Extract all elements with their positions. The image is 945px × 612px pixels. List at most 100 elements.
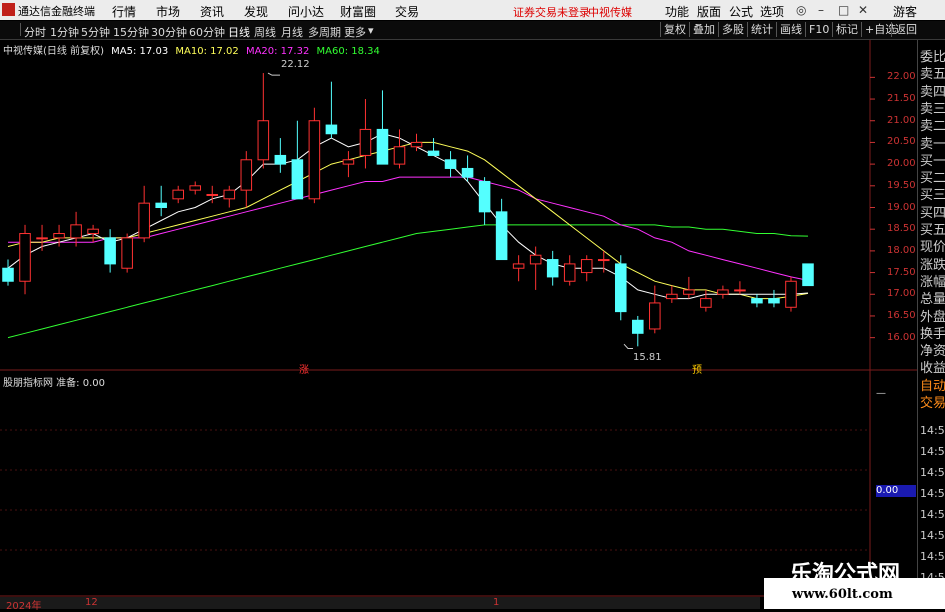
legend-ma60: MA60: 18.34 <box>316 46 380 57</box>
period-30min[interactable]: 30分钟 <box>151 24 187 40</box>
menu-item-market[interactable]: 市场 <box>156 3 180 20</box>
period-1min[interactable]: 1分钟 <box>50 24 79 40</box>
quote-label: 涨跌 <box>920 257 945 273</box>
candle-body <box>172 189 184 200</box>
menu-item-news[interactable]: 资讯 <box>200 3 224 20</box>
close-icon[interactable]: ✕ <box>858 3 868 17</box>
candle <box>172 185 184 204</box>
y-tick-label: 20.00 <box>887 158 916 170</box>
menu-item-discover[interactable]: 发现 <box>244 3 268 20</box>
menu-item-wealth[interactable]: 财富圈 <box>340 3 376 20</box>
tool-back[interactable]: 返回 <box>891 22 920 37</box>
candle-body <box>666 293 678 300</box>
quote-label: 现价 <box>920 240 945 256</box>
trade-time: 14:56 <box>920 445 945 458</box>
quote-label: 外盘 <box>920 309 945 325</box>
period-weekly[interactable]: 周线 <box>254 24 276 40</box>
user-label[interactable]: 游客 <box>893 3 917 20</box>
quote-label: 自动 <box>920 378 945 394</box>
main-legend: 中视传媒(日线 前复权) MA5: 17.03 MA10: 17.02 MA20… <box>3 42 384 57</box>
tool-multi-stock[interactable]: 多股 <box>718 22 747 37</box>
candle-body <box>580 259 593 274</box>
trade-time: 14:56 <box>920 508 945 521</box>
skin-icon[interactable]: ◎ <box>796 3 806 17</box>
candle-body <box>495 211 508 261</box>
candle-body <box>768 298 780 304</box>
menu-item-function[interactable]: 功能 <box>665 3 689 20</box>
period-more[interactable]: 更多 <box>344 24 366 40</box>
tool-stats[interactable]: 统计 <box>747 22 776 37</box>
candle-body <box>512 263 525 269</box>
candle <box>461 155 474 182</box>
candle <box>240 151 253 208</box>
period-5min[interactable]: 5分钟 <box>81 24 110 40</box>
quote-label: 买二 <box>920 171 945 187</box>
tool-f10[interactable]: F10 <box>805 22 832 37</box>
y-tick-label: 17.00 <box>887 288 916 300</box>
maximize-icon[interactable]: □ <box>838 3 849 17</box>
candle <box>683 276 695 299</box>
quote-label: 交易 <box>920 396 945 411</box>
quote-label: 换手 <box>920 326 945 342</box>
tool-overlay[interactable]: 叠加 <box>689 22 718 37</box>
quote-label: 卖四 <box>920 84 945 100</box>
quote-label: 卖二 <box>920 119 945 135</box>
trade-time: 14:56 <box>920 529 945 542</box>
candle-body <box>70 224 82 239</box>
candle-body <box>223 189 236 200</box>
candle-body <box>121 237 133 269</box>
candle-body <box>751 298 763 304</box>
candle <box>649 285 661 334</box>
y-tick-label: 21.50 <box>887 93 916 105</box>
menu-item-quotes[interactable]: 行情 <box>112 3 136 20</box>
candle-body <box>546 259 559 278</box>
quote-label: 收益 <box>920 361 945 377</box>
period-intraday[interactable]: 分时 <box>24 24 46 40</box>
tool-adjust[interactable]: 复权 <box>660 22 689 37</box>
candle <box>274 138 287 173</box>
period-15min[interactable]: 15分钟 <box>113 24 149 40</box>
y-tick-label: 21.00 <box>887 114 916 126</box>
candle-body <box>717 289 729 295</box>
candle-body <box>155 202 167 208</box>
candle <box>768 289 780 308</box>
date-jan: 1 <box>493 597 500 608</box>
period-multi[interactable]: 多周期 <box>308 24 341 40</box>
kline-chart[interactable] <box>0 40 917 597</box>
chevron-down-icon[interactable]: ▾ <box>368 24 374 37</box>
candle <box>70 211 82 247</box>
period-monthly[interactable]: 月线 <box>281 24 303 40</box>
quote-label: 卖一 <box>920 136 945 152</box>
menu-item-trade[interactable]: 交易 <box>395 3 419 20</box>
period-60min[interactable]: 60分钟 <box>189 24 225 40</box>
minimize-icon[interactable]: – <box>818 3 824 17</box>
menu-item-layout[interactable]: 版面 <box>697 3 721 20</box>
candle <box>359 99 372 169</box>
candle-body <box>649 302 661 330</box>
candle-body <box>189 185 202 191</box>
candle-body <box>683 289 695 295</box>
tool-mark[interactable]: 标记 <box>832 22 861 37</box>
candle <box>478 177 491 225</box>
quote-label: 总量 <box>920 292 945 308</box>
candle-body <box>393 146 406 165</box>
menu-item-assistant[interactable]: 问小达 <box>288 3 324 20</box>
candle-body <box>734 289 746 292</box>
candle <box>802 263 814 287</box>
candle-body <box>206 193 219 196</box>
candle-body <box>325 124 338 135</box>
tool-draw[interactable]: 画线 <box>776 22 805 37</box>
candle-body <box>614 263 627 313</box>
y-tick-label: 20.50 <box>887 136 916 148</box>
candle <box>393 129 406 169</box>
date-dec: 12 <box>85 597 98 608</box>
menu-item-formula[interactable]: 公式 <box>729 3 753 20</box>
login-warning[interactable]: 证券交易未登录 <box>513 4 590 20</box>
candle-body <box>36 237 48 240</box>
ma5-line <box>7 133 809 300</box>
period-daily[interactable]: 日线 <box>228 24 250 40</box>
candle <box>308 107 321 204</box>
candle <box>427 138 440 156</box>
top-stock-name: 中视传媒 <box>588 6 632 19</box>
menu-item-options[interactable]: 选项 <box>760 3 784 20</box>
